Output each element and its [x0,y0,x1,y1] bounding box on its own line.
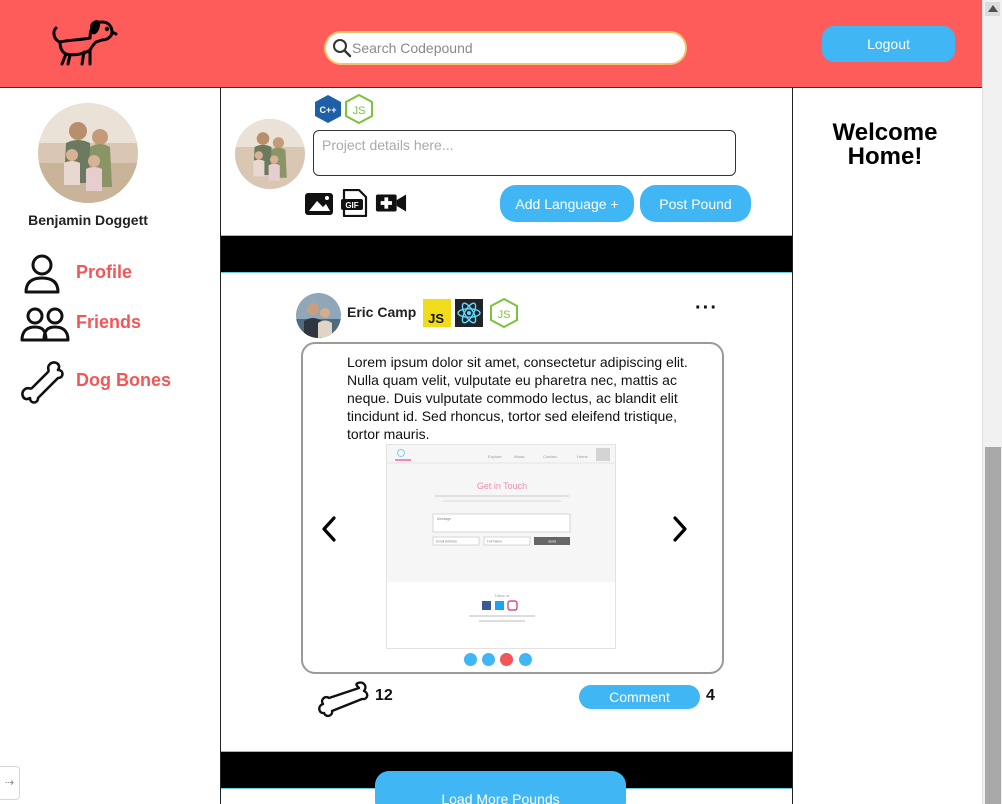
carousel-dot[interactable] [519,653,532,666]
svg-text:Message: Message [437,517,451,521]
welcome-line-1: Welcome [832,119,938,146]
feed-column: C++ JS GIF Add [220,88,793,804]
svg-text:Explore: Explore [488,454,502,459]
javascript-language-icon[interactable]: JS [423,298,451,328]
like-count: 12 [375,687,393,704]
post-screenshot-image[interactable]: Explore About Contact Home Get in Touch … [386,444,616,649]
page-scrollbar[interactable] [982,0,1002,804]
nav-label-profile[interactable]: Profile [76,262,132,283]
post-author-avatar[interactable] [296,293,341,338]
post-card: Eric Camp JS JS ··· Lorem ipsum dolor si… [221,275,792,751]
post-content-card: Lorem ipsum dolor sit amet, consectetur … [301,342,724,674]
svg-text:Follow us: Follow us [495,594,510,598]
logout-button[interactable]: Logout [822,26,955,62]
bone-icon [21,361,64,404]
video-icon[interactable] [375,189,407,217]
svg-text:C++: C++ [319,105,336,115]
svg-text:JS: JS [353,105,366,117]
comment-button[interactable]: Comment [579,685,700,709]
carousel-next-arrow-icon[interactable] [668,514,692,544]
svg-text:Email Address: Email Address [436,540,457,544]
right-sidebar: Welcome Home! [794,89,982,804]
svg-text:JS: JS [428,311,444,326]
welcome-heading: Welcome Home! [794,121,976,169]
composer-avatar [235,119,305,189]
svg-text:send: send [548,540,556,544]
carousel-indicators [464,653,544,667]
cpp-language-icon[interactable]: C++ [314,94,342,124]
expand-handle-icon[interactable]: ⇢ [0,766,20,800]
svg-text:Contact: Contact [543,454,558,459]
scrollbar-thumb[interactable] [985,447,1001,804]
person-icon [24,254,60,294]
friends-icon [20,307,70,342]
post-author-name[interactable]: Eric Camp [347,304,416,320]
project-details-textarea[interactable] [313,130,736,176]
node-js-language-icon[interactable]: JS [345,94,373,124]
svg-text:Full Name: Full Name [487,540,502,544]
left-sidebar: Benjamin Doggett Profile Friends Dog Bon… [0,89,220,804]
user-name[interactable]: Benjamin Doggett [0,212,176,228]
user-avatar[interactable] [38,103,138,203]
post-pound-button[interactable]: Post Pound [640,185,751,222]
top-header: Logout [0,0,982,88]
post-composer: C++ JS GIF Add [221,88,792,235]
post-body-text: Lorem ipsum dolor sit amet, consectetur … [347,354,688,442]
more-options-icon[interactable]: ··· [695,297,718,320]
nav-label-friends[interactable]: Friends [76,312,141,333]
comment-count: 4 [706,687,715,704]
carousel-dot-active[interactable] [500,653,513,666]
search-input[interactable] [352,37,672,59]
scroll-up-arrow-icon[interactable] [985,2,1000,16]
load-more-button[interactable]: Load More Pounds [375,771,626,804]
carousel-prev-arrow-icon[interactable] [317,514,341,544]
svg-text:Get in Touch: Get in Touch [477,481,527,491]
react-language-icon[interactable] [455,298,483,328]
svg-text:About: About [514,454,525,459]
image-icon[interactable] [303,189,335,217]
carousel-dot[interactable] [482,653,495,666]
gif-icon[interactable]: GIF [339,189,371,217]
nav-label-dog-bones[interactable]: Dog Bones [76,370,171,391]
nav-item-dog-bones[interactable]: Dog Bones [20,360,210,404]
add-language-button[interactable]: Add Language + [500,185,634,222]
bone-like-icon[interactable] [318,680,370,718]
node-js-language-icon[interactable]: JS [490,298,518,328]
nav-item-profile[interactable]: Profile [20,252,210,296]
nav-item-friends[interactable]: Friends [20,302,210,346]
search-bar[interactable] [324,31,687,65]
svg-text:GIF: GIF [345,201,358,210]
dog-logo-icon[interactable] [50,14,118,70]
search-icon [333,39,352,58]
svg-text:Home: Home [577,454,588,459]
welcome-line-2: Home! [847,143,923,170]
feed-divider [221,235,792,273]
carousel-dot[interactable] [464,653,477,666]
svg-text:JS: JS [498,309,511,321]
page: Logout Benjamin Doggett [0,0,1002,804]
